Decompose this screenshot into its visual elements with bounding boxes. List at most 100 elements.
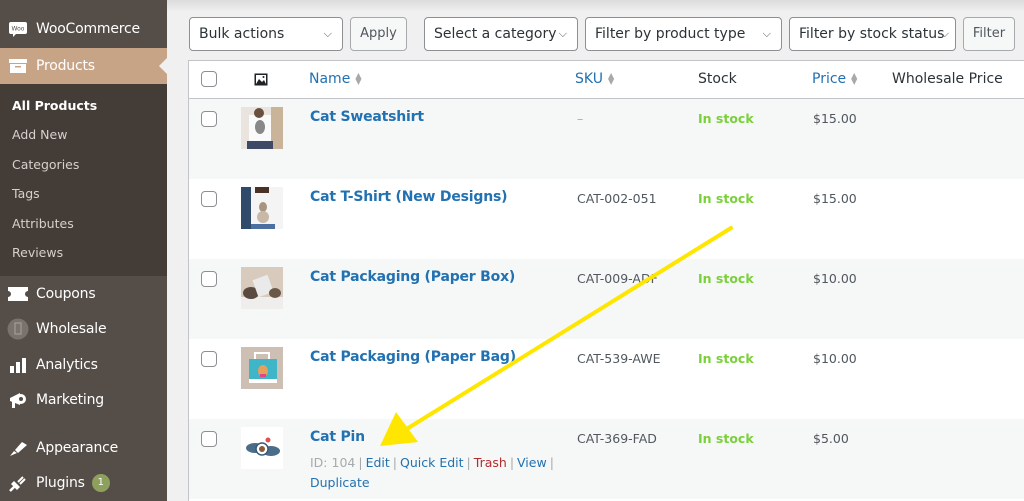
product-sku: – — [577, 111, 584, 126]
column-sku[interactable]: SKU ▲ ▼ — [575, 71, 614, 87]
products-submenu: All Products Add New Categories Tags Att… — [0, 84, 167, 276]
woo-icon: Woo — [0, 20, 36, 38]
products-table: Name ▲ ▼ SKU ▲ ▼ Stock Price ▲ ▼ Wholesale Pri… — [188, 60, 1024, 501]
row-checkbox[interactable] — [201, 271, 217, 287]
submenu-tags[interactable]: Tags — [12, 186, 40, 201]
table-row: Cat Sweatshirt – In stock $15.00 — [189, 99, 1024, 179]
sidebar-item-label: Coupons — [36, 286, 96, 302]
column-sku-label: SKU — [575, 71, 603, 87]
product-thumbnail[interactable] — [241, 187, 283, 229]
sidebar-item-label: Analytics — [36, 357, 98, 373]
paintbrush-icon — [0, 439, 36, 457]
category-value: Select a category — [434, 26, 557, 42]
duplicate-link[interactable]: Duplicate — [310, 475, 370, 490]
product-name-link[interactable]: Cat Sweatshirt — [310, 109, 424, 125]
product-type-value: Filter by product type — [595, 26, 746, 42]
sort-icon: ▲ ▼ — [607, 71, 615, 86]
sidebar-item-marketing[interactable]: Marketing — [0, 382, 167, 418]
product-thumbnail[interactable] — [241, 107, 283, 149]
column-price-label: Price — [812, 71, 847, 87]
row-actions: ID: 104 | Edit | Quick Edit | Trash | View | Dupli… — [310, 455, 554, 490]
submenu-reviews[interactable]: Reviews — [12, 245, 63, 260]
column-name-label: Name — [309, 71, 351, 87]
select-all-checkbox[interactable] — [201, 71, 217, 87]
bulk-actions-select[interactable]: Bulk actions ⌵ — [189, 17, 343, 51]
category-select[interactable]: Select a category ⌵ — [424, 17, 578, 51]
apply-button[interactable]: Apply — [350, 17, 407, 51]
edit-link[interactable]: Edit — [366, 455, 390, 470]
archive-box-icon — [0, 58, 36, 74]
row-checkbox[interactable] — [201, 351, 217, 367]
sidebar-item-woocommerce[interactable]: Woo WooCommerce — [0, 11, 167, 47]
product-price: $5.00 — [813, 431, 849, 446]
product-thumbnail[interactable] — [241, 347, 283, 389]
submenu-add-new[interactable]: Add New — [12, 127, 67, 142]
svg-text:Woo: Woo — [12, 26, 25, 33]
trash-link[interactable]: Trash — [474, 455, 507, 470]
sidebar-item-coupons[interactable]: Coupons — [0, 276, 167, 312]
stock-status: In stock — [698, 271, 754, 286]
ticket-icon — [0, 286, 36, 302]
row-checkbox[interactable] — [201, 111, 217, 127]
update-count-badge: 1 — [91, 474, 110, 492]
chevron-down-icon: ⌵ — [762, 27, 771, 40]
sidebar-item-plugins[interactable]: Plugins 1 — [0, 465, 167, 501]
submenu-attributes[interactable]: Attributes — [12, 216, 74, 231]
product-name-link[interactable]: Cat Pin — [310, 429, 365, 445]
product-id: ID: 104 — [310, 455, 356, 470]
stock-status: In stock — [698, 431, 754, 446]
sort-icon: ▲ ▼ — [851, 71, 858, 86]
table-row: Cat Packaging (Paper Bag) CAT-539-AWE In… — [189, 339, 1024, 419]
product-sku: CAT-539-AWE — [577, 351, 661, 366]
image-icon — [254, 71, 268, 90]
stock-status: In stock — [698, 191, 754, 206]
sidebar-item-label: Products — [36, 58, 95, 74]
product-price: $15.00 — [813, 111, 857, 126]
stock-status-value: Filter by stock status — [799, 26, 945, 42]
product-name-link[interactable]: Cat Packaging (Paper Bag) — [310, 349, 516, 365]
filter-button[interactable]: Filter — [963, 17, 1015, 51]
sidebar-item-label: Appearance — [36, 440, 119, 456]
table-header: Name ▲ ▼ SKU ▲ ▼ Stock Price ▲ ▼ Wholesale Pri… — [189, 61, 1024, 99]
product-type-select[interactable]: Filter by product type ⌵ — [585, 17, 782, 51]
row-checkbox[interactable] — [201, 191, 217, 207]
column-name[interactable]: Name ▲ ▼ — [309, 71, 361, 87]
table-row: Cat T-Shirt (New Designs) CAT-002-051 In… — [189, 179, 1024, 259]
sidebar-item-label: Wholesale — [36, 321, 107, 337]
product-thumbnail[interactable] — [241, 267, 283, 309]
chevron-down-icon: ⌵ — [323, 27, 332, 40]
sidebar-item-products[interactable]: Products — [0, 48, 167, 84]
product-price: $10.00 — [813, 271, 857, 286]
sidebar-item-label: WooCommerce — [36, 21, 140, 37]
column-price[interactable]: Price ▲ ▼ — [812, 71, 857, 87]
sidebar-item-wholesale[interactable]: Wholesale — [0, 311, 167, 347]
stock-status: In stock — [698, 111, 754, 126]
view-link[interactable]: View — [517, 455, 547, 470]
chevron-down-icon: ⌵ — [940, 27, 949, 40]
submenu-all-products[interactable]: All Products — [12, 98, 97, 113]
column-stock: Stock — [698, 71, 737, 87]
plugin-icon — [0, 474, 36, 492]
product-thumbnail[interactable] — [241, 427, 283, 469]
sidebar-item-label: Marketing — [36, 392, 104, 408]
bulk-actions-value: Bulk actions — [199, 26, 285, 42]
stock-status-select[interactable]: Filter by stock status ⌵ — [789, 17, 956, 51]
submenu-categories[interactable]: Categories — [12, 157, 79, 172]
sidebar-item-appearance[interactable]: Appearance — [0, 430, 167, 466]
product-name-link[interactable]: Cat T-Shirt (New Designs) — [310, 189, 507, 205]
product-name-link[interactable]: Cat Packaging (Paper Box) — [310, 269, 515, 285]
quick-edit-link[interactable]: Quick Edit — [400, 455, 464, 470]
sort-icon: ▲ ▼ — [355, 71, 362, 86]
chevron-down-icon: ⌵ — [558, 27, 567, 40]
admin-sidebar: Woo WooCommerce Products All Products Ad… — [0, 0, 167, 501]
product-sku: CAT-009-ADF — [577, 271, 658, 286]
top-shadow — [167, 0, 1024, 12]
megaphone-icon — [0, 390, 36, 410]
product-price: $10.00 — [813, 351, 857, 366]
sidebar-item-label: Plugins — [36, 475, 85, 491]
wholesale-icon — [0, 318, 36, 340]
row-checkbox[interactable] — [201, 431, 217, 447]
sidebar-item-analytics[interactable]: Analytics — [0, 347, 167, 383]
table-row: Cat Pin ID: 104 | Edit | Quick Edit | Trash | Vi… — [189, 419, 1024, 499]
product-price: $15.00 — [813, 191, 857, 206]
